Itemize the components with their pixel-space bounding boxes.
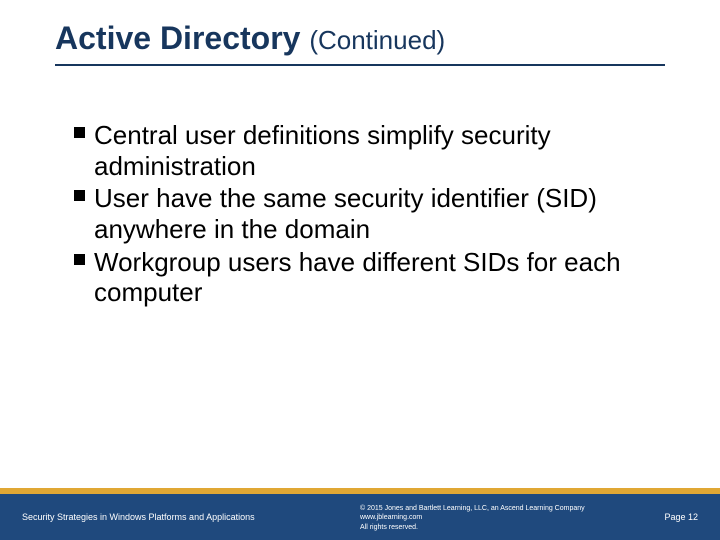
bullet-text: Workgroup users have different SIDs for … xyxy=(94,247,621,308)
bullet-icon xyxy=(74,254,85,265)
footer-copyright: © 2015 Jones and Bartlett Learning, LLC,… xyxy=(360,504,585,513)
bullet-icon xyxy=(74,190,85,201)
title-sub: (Continued) xyxy=(309,25,445,55)
footer-rights: All rights reserved. xyxy=(360,523,585,532)
title-main: Active Directory xyxy=(55,20,309,56)
footer-bar: Security Strategies in Windows Platforms… xyxy=(0,494,720,540)
footer-page-number: Page 12 xyxy=(664,512,698,522)
footer-url: www.jblearning.com xyxy=(360,513,585,522)
bullet-text: Central user definitions simplify securi… xyxy=(94,120,551,181)
footer: Security Strategies in Windows Platforms… xyxy=(0,488,720,540)
footer-center-text: © 2015 Jones and Bartlett Learning, LLC,… xyxy=(360,504,585,532)
slide: Active Directory (Continued) Central use… xyxy=(0,0,720,540)
footer-left-text: Security Strategies in Windows Platforms… xyxy=(22,512,255,522)
bullet-icon xyxy=(74,127,85,138)
bullet-text: User have the same security identifier (… xyxy=(94,183,597,244)
bullet-item: User have the same security identifier (… xyxy=(74,183,672,244)
slide-title: Active Directory (Continued) xyxy=(55,20,680,57)
bullet-item: Workgroup users have different SIDs for … xyxy=(74,247,672,308)
bullet-item: Central user definitions simplify securi… xyxy=(74,120,672,181)
title-underline xyxy=(55,64,665,66)
body-content: Central user definitions simplify securi… xyxy=(74,120,672,310)
